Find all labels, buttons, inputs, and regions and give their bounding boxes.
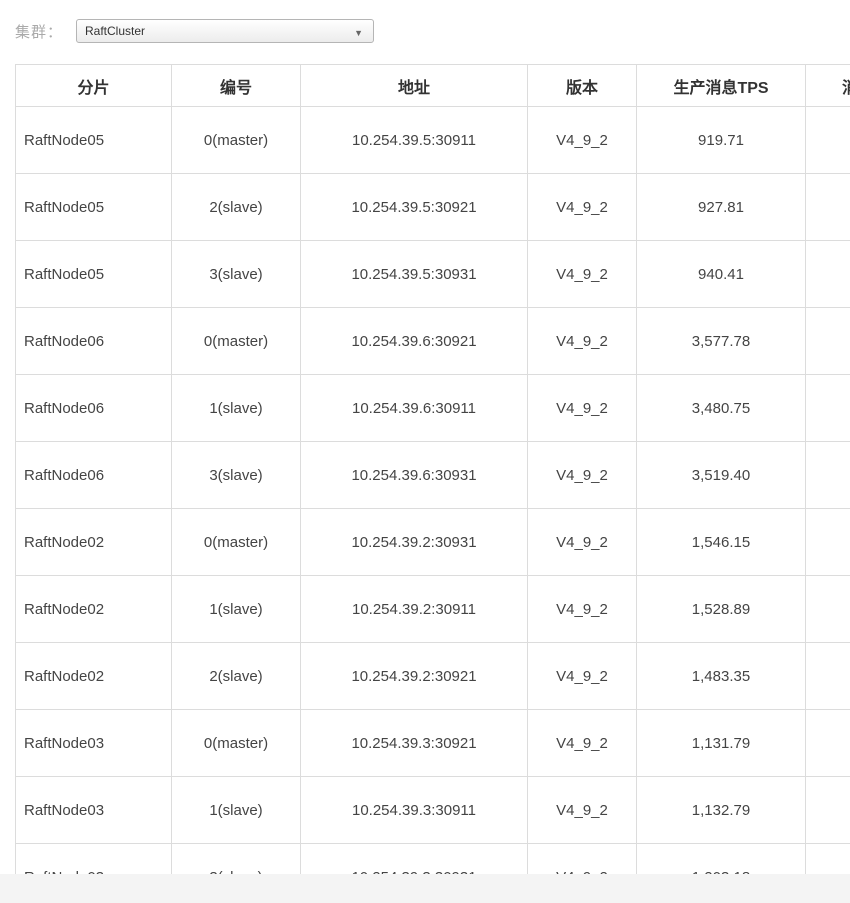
page: 集群： RaftCluster ▼ 分片 编号 地址 版本 生产消息TPS Ra… (0, 0, 850, 903)
cell-address: 10.254.39.3:30911 (300, 776, 528, 844)
table-row[interactable]: RaftNode02 1(slave) 10.254.39.2:30911 V4_9_… (15, 575, 850, 643)
cell-address: 10.254.39.5:30911 (300, 106, 528, 174)
column-header-shard[interactable]: 分片 (15, 64, 172, 107)
column-header-consume[interactable]: 消 (805, 64, 850, 107)
cell-id: 2(slave) (171, 642, 301, 710)
cell-address: 10.254.39.5:30921 (300, 173, 528, 241)
chevron-down-icon[interactable]: ▼ (354, 28, 363, 38)
table-row[interactable]: RaftNode03 0(master) 10.254.39.3:30921 V4_9… (15, 709, 850, 777)
cell-produce-tps: 940.41 (636, 240, 806, 308)
cell-shard: RaftNode02 (15, 642, 172, 710)
cell-version: V4_9_2 (527, 642, 637, 710)
cell-address: 10.254.39.2:30911 (300, 575, 528, 643)
cell-shard: RaftNode05 (15, 173, 172, 241)
cell-consume (805, 776, 850, 844)
column-header-produce-tps[interactable]: 生产消息TPS (636, 64, 806, 107)
cell-id: 0(master) (171, 508, 301, 576)
cell-version: V4_9_2 (527, 709, 637, 777)
cell-version: V4_9_2 (527, 776, 637, 844)
cell-address: 10.254.39.6:30921 (300, 307, 528, 375)
cell-produce-tps: 3,577.78 (636, 307, 806, 375)
cell-version: V4_9_2 (527, 441, 637, 509)
column-header-id[interactable]: 编号 (171, 64, 301, 107)
cell-shard: RaftNode06 (15, 441, 172, 509)
cell-id: 2(slave) (171, 173, 301, 241)
cell-consume (805, 575, 850, 643)
cell-version: V4_9_2 (527, 173, 637, 241)
cell-address: 10.254.39.3:30921 (300, 709, 528, 777)
cell-shard: RaftNode05 (15, 240, 172, 308)
cell-version: V4_9_2 (527, 374, 637, 442)
cell-version: V4_9_2 (527, 106, 637, 174)
cell-produce-tps: 3,519.40 (636, 441, 806, 509)
cell-id: 0(master) (171, 307, 301, 375)
table-row[interactable]: RaftNode02 0(master) 10.254.39.2:30931 V4_9… (15, 508, 850, 576)
table-row[interactable]: RaftNode06 0(master) 10.254.39.6:30921 V4_9… (15, 307, 850, 375)
cell-id: 1(slave) (171, 575, 301, 643)
table-row[interactable]: RaftNode03 1(slave) 10.254.39.3:30911 V4_9_… (15, 776, 850, 844)
table-header-row: 分片 编号 地址 版本 生产消息TPS 消 (15, 64, 850, 107)
cell-version: V4_9_2 (527, 240, 637, 308)
cell-address: 10.254.39.6:30911 (300, 374, 528, 442)
cell-version: V4_9_2 (527, 508, 637, 576)
cell-consume (805, 374, 850, 442)
cell-produce-tps: 1,132.79 (636, 776, 806, 844)
cell-address: 10.254.39.2:30931 (300, 508, 528, 576)
cluster-filter: 集群： RaftCluster ▼ (15, 18, 374, 44)
cell-version: V4_9_2 (527, 307, 637, 375)
broker-table-container[interactable]: 分片 编号 地址 版本 生产消息TPS 消 RaftNode050(master… (15, 64, 850, 885)
cell-consume (805, 106, 850, 174)
cell-address: 10.254.39.2:30921 (300, 642, 528, 710)
cell-produce-tps: 1,131.79 (636, 709, 806, 777)
cell-id: 3(slave) (171, 240, 301, 308)
cluster-label: 集群： (15, 23, 64, 41)
table-row[interactable]: RaftNode05 0(master) 10.254.39.5:30911 V4_9… (15, 106, 850, 174)
cell-shard: RaftNode03 (15, 776, 172, 844)
cell-consume (805, 508, 850, 576)
cell-address: 10.254.39.5:30931 (300, 240, 528, 308)
cell-shard: RaftNode06 (15, 307, 172, 375)
cell-consume (805, 240, 850, 308)
cell-shard: RaftNode06 (15, 374, 172, 442)
cell-consume (805, 709, 850, 777)
footer-strip (0, 874, 850, 903)
cell-id: 3(slave) (171, 441, 301, 509)
table-row[interactable]: RaftNode06 1(slave) 10.254.39.6:30911 V4_9_… (15, 374, 850, 442)
cell-id: 1(slave) (171, 776, 301, 844)
cell-id: 1(slave) (171, 374, 301, 442)
column-header-version[interactable]: 版本 (527, 64, 637, 107)
cell-shard: RaftNode05 (15, 106, 172, 174)
table-row[interactable]: RaftNode05 2(slave) 10.254.39.5:30921 V4_9_… (15, 173, 850, 241)
table-row[interactable]: RaftNode02 2(slave) 10.254.39.2:30921 V4_9_… (15, 642, 850, 710)
cell-shard: RaftNode03 (15, 709, 172, 777)
cell-consume (805, 642, 850, 710)
table-row[interactable]: RaftNode05 3(slave) 10.254.39.5:30931 V4_9_… (15, 240, 850, 308)
cell-consume (805, 173, 850, 241)
cell-id: 0(master) (171, 106, 301, 174)
table-row[interactable]: RaftNode06 3(slave) 10.254.39.6:30931 V4_9_… (15, 441, 850, 509)
cell-consume (805, 307, 850, 375)
cell-consume (805, 441, 850, 509)
cell-produce-tps: 3,480.75 (636, 374, 806, 442)
cell-produce-tps: 919.71 (636, 106, 806, 174)
cell-produce-tps: 927.81 (636, 173, 806, 241)
cell-id: 0(master) (171, 709, 301, 777)
column-header-address[interactable]: 地址 (300, 64, 528, 107)
cell-version: V4_9_2 (527, 575, 637, 643)
cell-produce-tps: 1,546.15 (636, 508, 806, 576)
cell-shard: RaftNode02 (15, 508, 172, 576)
cluster-select-value: RaftCluster (85, 24, 146, 38)
cell-shard: RaftNode02 (15, 575, 172, 643)
cell-produce-tps: 1,528.89 (636, 575, 806, 643)
cell-address: 10.254.39.6:30931 (300, 441, 528, 509)
broker-table: 分片 编号 地址 版本 生产消息TPS 消 RaftNode050(master… (15, 64, 850, 885)
cluster-select[interactable]: RaftCluster ▼ (76, 19, 374, 43)
cell-produce-tps: 1,483.35 (636, 642, 806, 710)
